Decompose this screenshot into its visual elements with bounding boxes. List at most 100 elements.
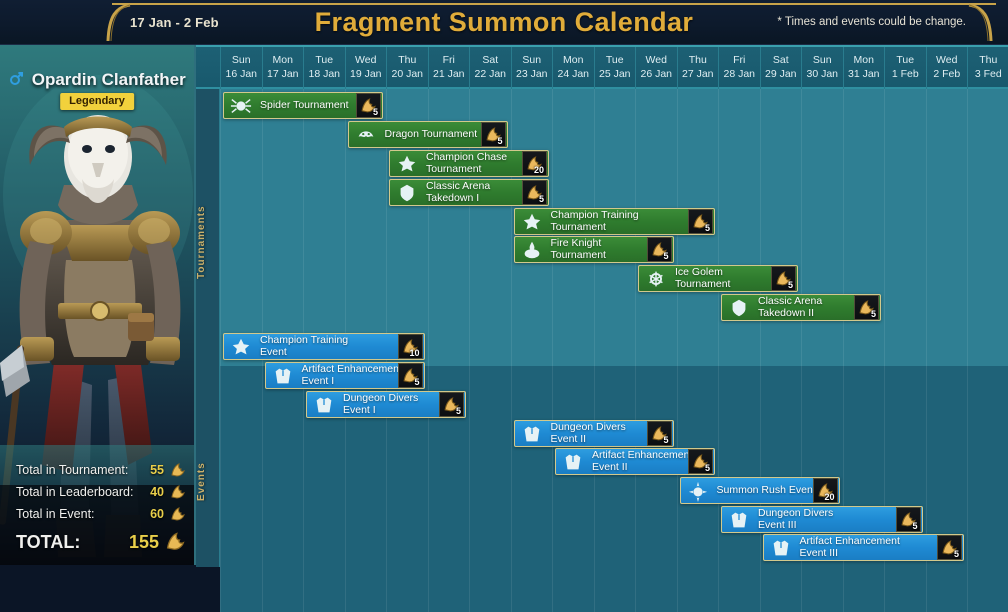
bar-label-line2: Event [260,345,287,358]
fragment-reward-badge: 5 [397,363,423,388]
date-header-cell: Tue 25 Jan [593,47,636,89]
event-bar[interactable]: Artifact Enhancement Event II 5 [555,448,715,475]
day-date: 30 Jan [806,68,839,81]
fragment-count: 5 [414,377,420,387]
day-of-week: Fri [442,54,455,66]
top-header: 17 Jan - 2 Feb Fragment Summon Calendar … [0,0,1008,45]
total-row: Total in Tournament: 55 [16,459,186,481]
bar-label-line2: Event I [343,403,376,416]
tournament-bar[interactable]: Classic Arena Takedown I 5 [389,179,549,206]
bar-label-line1: Champion Training [550,210,639,221]
armor-icon [769,536,793,560]
total-row: Total in Event: 60 [16,503,186,525]
date-header-cell: Wed 26 Jan [635,47,677,89]
bar-label-line2: Event II [592,460,628,473]
bar-label-line1: Dungeon Divers [550,422,626,433]
tournament-bar[interactable]: Ice Golem Tournament 5 [638,265,798,292]
fragment-icon [170,506,186,522]
fragment-reward-badge: 5 [688,209,713,234]
tournament-bar[interactable]: Champion Training Tournament 5 [513,208,715,235]
section-label-events: Events [196,462,207,502]
fragment-icon [165,532,186,552]
event-bar[interactable]: Dungeon Divers Event I 5 [306,391,466,418]
bar-label-line1: Artifact Enhancement [592,450,688,461]
bar-label-line1: Classic Arena [426,181,491,192]
event-bar[interactable]: Dungeon Divers Event II 5 [513,420,674,447]
date-header-cell: Sun 23 Jan [510,47,553,89]
date-header-cell: Sat 29 Jan [759,47,802,89]
bar-label-line2: Takedown I [426,191,480,204]
fragment-reward-badge: 5 [771,266,796,291]
tournament-bar[interactable]: Champion Chase Tournament 20 [389,150,549,177]
bar-label: Champion Chase Tournament [419,152,522,175]
day-of-week: Sat [482,54,499,66]
bar-label: Dragon Tournament [378,129,481,141]
arena-icon [727,296,751,320]
fragment-reward-badge: 5 [646,421,672,446]
day-date: 31 Jan [847,68,880,81]
bar-label-line1: Champion Chase [426,152,508,163]
grand-total-label: TOTAL: [16,531,81,552]
fragment-icon [170,484,186,500]
gridline [967,89,968,612]
champion-icon [520,210,544,234]
fragment-count: 5 [663,435,669,445]
character-panel: Opardin Clanfather Legendary Total in To… [0,45,196,565]
fireknight-icon [520,238,544,262]
bar-label-line1: Champion Training [260,335,349,346]
character-name: Opardin Clanfather [31,70,186,89]
gridline [220,89,221,612]
day-date: 2 Feb [933,68,961,81]
day-date: 25 Jan [598,68,631,81]
day-date: 22 Jan [474,68,507,81]
day-date: 24 Jan [557,68,590,81]
event-bar[interactable]: Artifact Enhancement Event III 5 [762,534,964,561]
bar-label-line1: Fire Knight [550,238,602,249]
day-of-week: Mon [272,54,293,66]
day-of-week: Sun [812,54,832,66]
fragment-count: 5 [787,280,793,290]
gridline [552,89,553,612]
event-bar[interactable]: Champion Training Event 10 [223,333,425,360]
tournament-bar[interactable]: Fire Knight Tournament 5 [513,236,674,263]
armor-icon [520,422,544,446]
rarity-badge: Legendary [60,93,134,110]
bar-label-line2: Takedown II [758,306,815,319]
event-bar[interactable]: Artifact Enhancement Event I 5 [264,362,425,389]
bar-label-line2: Tournament [426,162,482,175]
calendar-area: Tournaments Events Sun 16 Jan Mon 17 Jan Tue… [196,45,1008,612]
tournament-bar[interactable]: Dragon Tournament 5 [347,121,508,148]
date-header-cell: Sun 16 Jan [220,47,262,89]
armor-icon [727,508,751,532]
fragment-reward-badge: 5 [895,507,921,532]
fragment-count: 5 [372,107,378,117]
date-header-cell: Wed 2 Feb [925,47,968,89]
bar-label: Artifact Enhancement Event III [793,536,938,559]
bar-label: Champion Training Tournament [544,210,689,233]
total-label: Total in Tournament: [16,463,129,477]
day-of-week: Wed [355,54,377,66]
character-name-row: Opardin Clanfather [0,70,194,90]
bar-label-line1: Dragon Tournament [384,128,478,140]
day-of-week: Thu [979,54,998,66]
fragment-reward-badge: 5 [646,237,672,262]
bar-label-line1: Summon Rush Event [716,484,813,496]
fragment-icon [170,462,186,478]
fragment-count: 10 [409,348,420,358]
event-bar[interactable]: Dungeon Divers Event III 5 [721,506,923,533]
disclaimer-note: * Times and events could be change. [777,16,966,28]
fragment-count: 5 [912,521,918,531]
day-of-week: Sun [231,54,251,66]
totals-summary: Total in Tournament: 55 Total in Leaderb… [0,459,194,557]
day-date: 20 Jan [391,68,424,81]
fragment-reward-badge: 5 [480,122,506,147]
fragment-count: 20 [824,492,835,502]
bar-label-line1: Dungeon Divers [758,508,834,519]
total-value: 40 [150,485,164,499]
day-date: 28 Jan [723,68,756,81]
bar-label-line2: Event II [550,432,587,445]
tournament-bar[interactable]: Spider Tournament 5 [223,92,383,119]
tournament-bar[interactable]: Classic Arena Takedown II 5 [721,294,881,321]
date-header-cell: Thu 3 Fed [967,47,1008,89]
event-bar[interactable]: Summon Rush Event 20 [679,477,840,504]
